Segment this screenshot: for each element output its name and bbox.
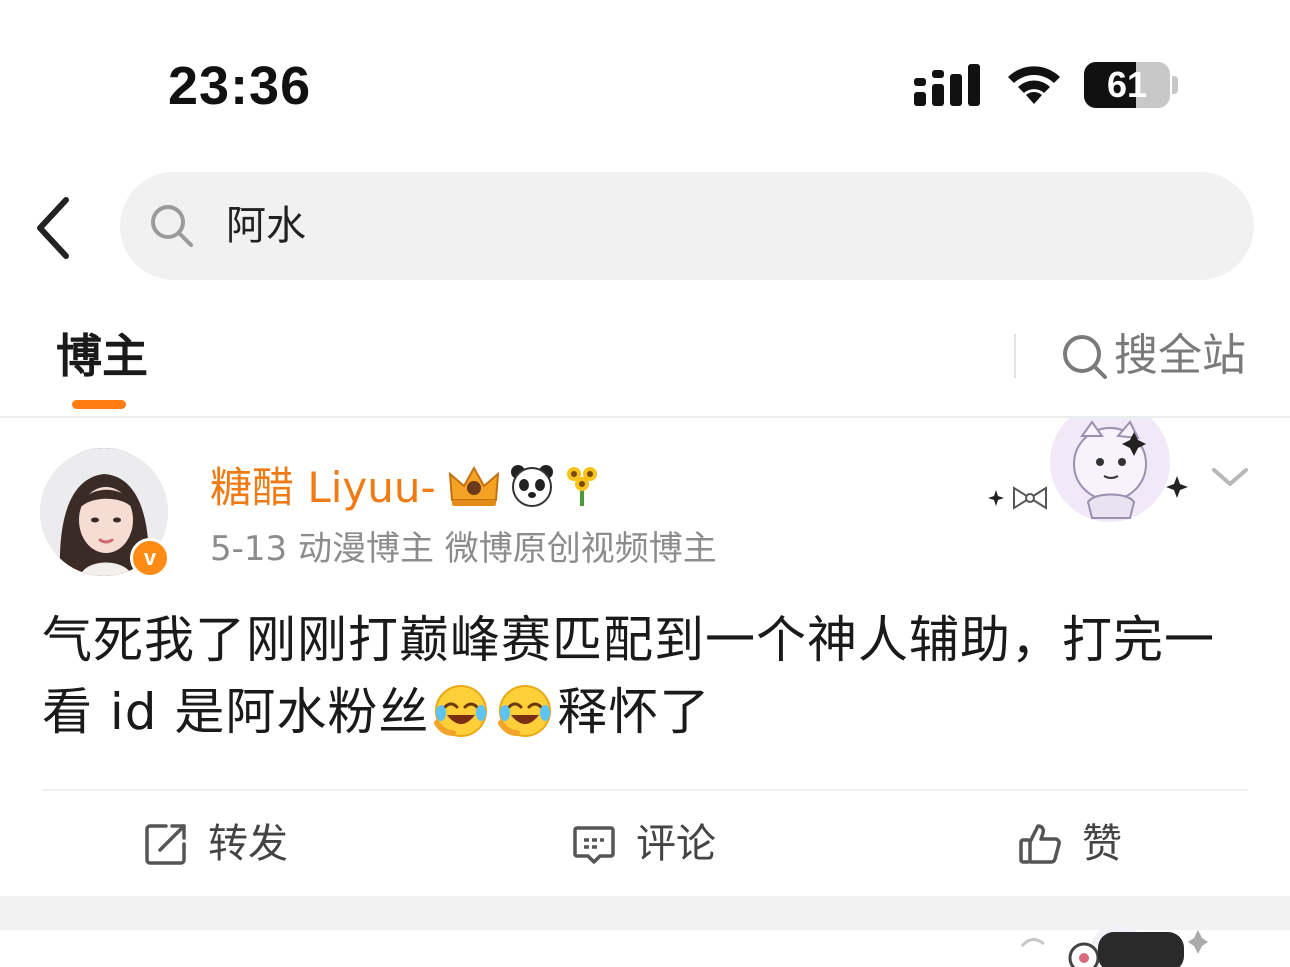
repost-icon <box>145 824 186 865</box>
card-divider <box>42 789 1248 791</box>
cellular-signal-icon <box>914 64 980 106</box>
search-all-label: 搜全站 <box>1114 330 1246 381</box>
like-button[interactable]: 赞 <box>1018 814 1122 874</box>
thumbs-up-icon <box>1019 824 1061 864</box>
weibo-search-page: 23:36 61 阿水 博主 搜全站 v 糖醋 Liyuu- 5-13 动漫博主… <box>0 0 1290 967</box>
active-tab-indicator <box>72 400 126 409</box>
chevron-down-icon[interactable] <box>1208 462 1252 492</box>
decoration-sticker-icon <box>1020 924 1208 967</box>
like-label: 赞 <box>1082 821 1122 867</box>
post-content: 气死我了刚刚打巅峰赛匹配到一个神人辅助，打完一看 id 是阿水粉丝 释怀了 <box>42 604 1242 748</box>
comment-button[interactable]: 评论 <box>572 814 716 874</box>
comment-label: 评论 <box>636 821 716 867</box>
repost-button[interactable]: 转发 <box>144 814 288 874</box>
wifi-icon <box>1008 66 1060 104</box>
laughing-crying-emoji <box>434 685 488 737</box>
search-all-button[interactable]: 搜全站 <box>1060 326 1246 386</box>
search-query-text: 阿水 <box>226 203 306 249</box>
verified-badge: v <box>130 538 170 578</box>
laughing-crying-emoji <box>498 685 552 737</box>
battery-percent: 61 <box>1106 64 1148 105</box>
search-input[interactable]: 阿水 <box>120 172 1254 280</box>
tab-bozhu[interactable]: 博主 <box>56 326 148 386</box>
tab-divider <box>1014 334 1016 378</box>
sunflower-icon <box>567 467 597 506</box>
post-text-part2: 释怀了 <box>557 683 711 741</box>
author-name[interactable]: 糖醋 Liyuu- <box>210 460 436 516</box>
battery-nub <box>1172 76 1178 94</box>
panda-icon <box>511 465 553 507</box>
decoration-sticker-icon <box>988 418 1188 522</box>
repost-label: 转发 <box>208 821 288 867</box>
verified-mark: v <box>143 545 157 570</box>
search-icon <box>151 205 193 247</box>
search-icon <box>1063 335 1107 379</box>
comment-icon <box>573 826 615 864</box>
post-meta: 5-13 动漫博主 微博原创视频博主 <box>210 529 717 569</box>
back-button[interactable] <box>26 188 86 268</box>
status-time: 23:36 <box>168 56 312 116</box>
crown-icon <box>448 465 500 506</box>
chevron-left-icon <box>37 197 69 259</box>
battery-indicator: 61 <box>1084 62 1170 108</box>
